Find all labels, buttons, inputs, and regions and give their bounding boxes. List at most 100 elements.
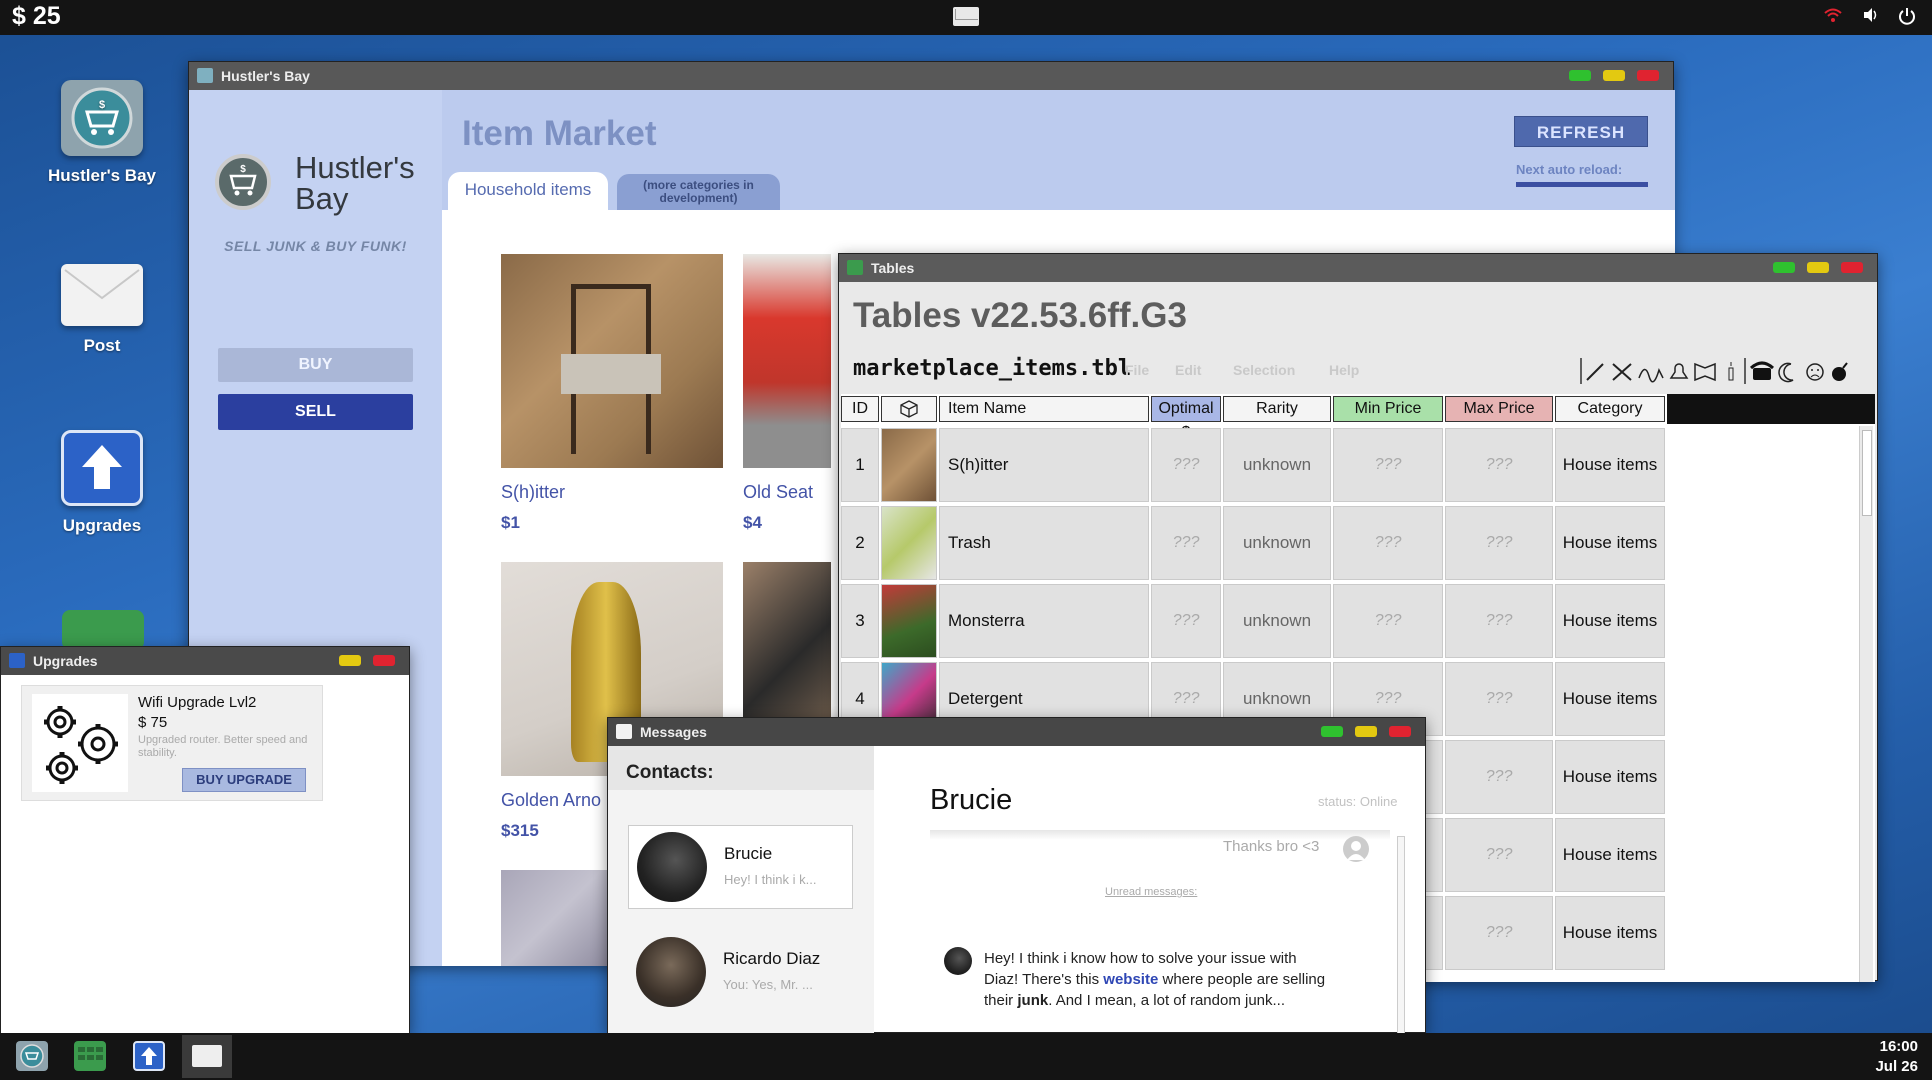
table-cell-name[interactable]: Trash xyxy=(939,506,1149,580)
column-header-optimal[interactable]: Optimal $ xyxy=(1151,396,1221,441)
table-cell-min[interactable]: ??? xyxy=(1333,506,1443,580)
close-button[interactable] xyxy=(1637,70,1659,81)
table-cell-rarity[interactable]: unknown xyxy=(1223,584,1331,658)
table-cell-max[interactable]: ??? xyxy=(1445,428,1553,502)
table-cell-min[interactable]: ??? xyxy=(1333,584,1443,658)
taskbar-upgrades[interactable] xyxy=(133,1041,165,1071)
column-header-rarity[interactable]: Rarity xyxy=(1223,396,1331,422)
market-item[interactable] xyxy=(743,562,831,722)
column-header-min-price[interactable]: Min Price xyxy=(1333,396,1443,422)
table-cell-category[interactable]: House items xyxy=(1555,428,1665,502)
table-cell-id[interactable]: 2 xyxy=(841,506,879,580)
table-cell-id[interactable]: 3 xyxy=(841,584,879,658)
spreadsheet-icon[interactable] xyxy=(62,610,144,650)
window-titlebar[interactable]: Upgrades xyxy=(1,647,409,675)
book-icon[interactable] xyxy=(1694,362,1716,382)
contact-preview: Hey! I think i k... xyxy=(724,872,817,887)
minimize-button[interactable] xyxy=(1603,70,1625,81)
menu-selection[interactable]: Selection xyxy=(1233,362,1295,378)
table-cell-category[interactable]: House items xyxy=(1555,584,1665,658)
pen-icon[interactable] xyxy=(1586,363,1604,381)
desktop-icon-hustlers-bay[interactable]: $ Hustler's Bay xyxy=(22,80,182,186)
item-thumbnail[interactable] xyxy=(881,428,937,502)
sell-button[interactable]: SELL xyxy=(218,394,413,430)
table-cell-rarity[interactable]: unknown xyxy=(1223,428,1331,502)
table-cell-max[interactable]: ??? xyxy=(1445,818,1553,892)
table-cell-optimal[interactable]: ??? xyxy=(1151,428,1221,502)
market-item[interactable] xyxy=(501,870,607,966)
table-cell-max[interactable]: ??? xyxy=(1445,662,1553,736)
candle-icon[interactable] xyxy=(1728,362,1734,381)
chat-scrollbar[interactable] xyxy=(1397,836,1405,1036)
mail-notification-icon[interactable] xyxy=(953,7,979,26)
table-cell-category[interactable]: House items xyxy=(1555,662,1665,736)
maximize-button[interactable] xyxy=(1569,70,1591,81)
sad-face-icon[interactable] xyxy=(1806,363,1824,381)
bomb-icon[interactable] xyxy=(1832,362,1848,381)
column-header-id[interactable]: ID xyxy=(841,396,879,422)
table-cell-optimal[interactable]: ??? xyxy=(1151,584,1221,658)
column-header-max-price[interactable]: Max Price xyxy=(1445,396,1553,422)
table-cell-max[interactable]: ??? xyxy=(1445,506,1553,580)
scissors-icon[interactable] xyxy=(1612,363,1632,381)
minimize-button[interactable] xyxy=(339,655,361,666)
item-thumbnail[interactable] xyxy=(881,506,937,580)
buy-button[interactable]: BUY xyxy=(218,348,413,382)
window-titlebar[interactable]: Tables xyxy=(839,254,1877,282)
column-header-item-name[interactable]: Item Name xyxy=(939,396,1149,422)
refresh-button[interactable]: REFRESH xyxy=(1514,116,1648,147)
maximize-button[interactable] xyxy=(1773,262,1795,273)
table-cell-optimal[interactable]: ??? xyxy=(1151,506,1221,580)
volume-icon[interactable] xyxy=(1862,7,1880,28)
phone-icon[interactable] xyxy=(1749,361,1775,380)
desktop-icon-upgrades[interactable]: Upgrades xyxy=(22,430,182,536)
vertical-scrollbar[interactable] xyxy=(1859,426,1873,982)
wifi-icon[interactable] xyxy=(1824,7,1842,28)
desktop-icon-post[interactable]: Post xyxy=(22,264,182,356)
contact-ricardo-diaz[interactable]: Ricardo Diaz You: Yes, Mr. ... xyxy=(628,931,853,1015)
close-button[interactable] xyxy=(373,655,395,666)
bell-icon[interactable] xyxy=(1669,363,1689,379)
menu-help[interactable]: Help xyxy=(1329,362,1359,378)
table-cell-category[interactable]: House items xyxy=(1555,740,1665,814)
menu-file[interactable]: File xyxy=(1125,362,1149,378)
taskbar-messages-active[interactable] xyxy=(182,1035,232,1078)
moon-icon[interactable] xyxy=(1778,362,1794,383)
column-header-image[interactable] xyxy=(881,396,937,422)
tab-household-items[interactable]: Household items xyxy=(448,172,608,210)
table-cell-max[interactable]: ??? xyxy=(1445,896,1553,970)
table-cell-id[interactable]: 1 xyxy=(841,428,879,502)
table-cell-name[interactable]: Monsterra xyxy=(939,584,1149,658)
window-titlebar[interactable]: Messages xyxy=(608,718,1425,746)
table-cell-category[interactable]: House items xyxy=(1555,506,1665,580)
tab-more-categories[interactable]: (more categories in development) xyxy=(617,174,780,210)
market-item[interactable]: Old Seat $4 xyxy=(743,254,831,533)
table-cell-max[interactable]: ??? xyxy=(1445,584,1553,658)
table-cell-min[interactable]: ??? xyxy=(1333,428,1443,502)
maximize-button[interactable] xyxy=(1321,726,1343,737)
menu-edit[interactable]: Edit xyxy=(1175,362,1201,378)
minimize-button[interactable] xyxy=(1355,726,1377,737)
taskbar-hustlers-bay[interactable] xyxy=(16,1041,48,1071)
taskbar-tables[interactable] xyxy=(74,1041,106,1071)
table-cell-rarity[interactable]: unknown xyxy=(1223,506,1331,580)
sent-message: Thanks bro <3 xyxy=(1223,838,1320,855)
window-titlebar[interactable]: Hustler's Bay xyxy=(189,62,1673,90)
scrollbar-thumb[interactable] xyxy=(1862,430,1872,516)
close-button[interactable] xyxy=(1841,262,1863,273)
table-cell-category[interactable]: House items xyxy=(1555,818,1665,892)
table-cell-category[interactable]: House items xyxy=(1555,896,1665,970)
market-item[interactable]: S(h)itter $1 xyxy=(501,254,723,533)
close-button[interactable] xyxy=(1389,726,1411,737)
minimize-button[interactable] xyxy=(1807,262,1829,273)
item-thumbnail[interactable] xyxy=(881,584,937,658)
column-header-category[interactable]: Category xyxy=(1555,396,1665,422)
logo-title: Hustler's Bay xyxy=(295,150,415,216)
table-cell-name[interactable]: S(h)itter xyxy=(939,428,1149,502)
website-link[interactable]: website xyxy=(1103,971,1158,988)
table-cell-max[interactable]: ??? xyxy=(1445,740,1553,814)
power-icon[interactable] xyxy=(1898,7,1916,30)
buy-upgrade-button[interactable]: BUY UPGRADE xyxy=(182,768,306,792)
contact-brucie[interactable]: Brucie Hey! I think i k... xyxy=(628,825,853,909)
signature-icon[interactable] xyxy=(1638,367,1664,383)
